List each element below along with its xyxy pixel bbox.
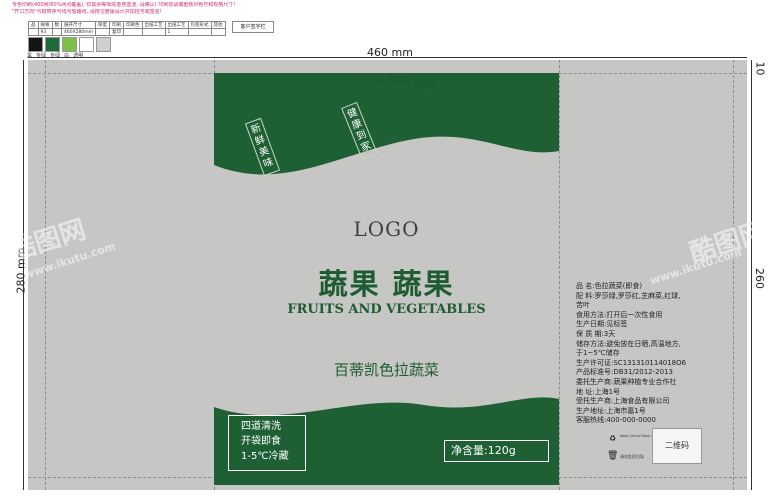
sub-title: 百蒂凯色拉蔬菜 (333, 361, 439, 379)
spec-row: 品 规格 数 展开尺寸 厚度 印刷 印刷色 出纸工艺 出纸工艺 包装形式 其他 (28, 21, 226, 29)
slogan-text: 天然 新鲜 健康 美味 (335, 73, 438, 93)
feature-item: 1-5℃冷藏 (241, 451, 289, 462)
spec-cell: 93 (37, 28, 53, 36)
spec-cell: 品 (28, 21, 39, 29)
info-line: 生产日期:见标签 (576, 320, 628, 329)
info-line: 食用方法:打开后一次性食用 (576, 310, 663, 319)
info-line: 客服热线:400-000-0000 (576, 416, 656, 425)
qr-code-placeholder: 二维码 (652, 428, 702, 464)
spec-cell (141, 28, 166, 36)
guide-line (733, 60, 734, 490)
en-title: FRUITS AND VEGETABLES (287, 302, 486, 317)
info-line: 品 名:色拉蔬菜(即食) (576, 282, 643, 290)
spec-cell (123, 28, 143, 36)
spec-cell: 规格 (37, 21, 53, 29)
info-line: 生产许可证:SC131310114018O6 (576, 358, 687, 367)
info-line: 于1~5℃储存 (576, 349, 620, 358)
spec-cell: 460X280mm (60, 28, 97, 36)
width-dimension-label: 460 mm (367, 46, 413, 59)
print-note: 专色印刷(400网/80%网点覆盖), 仅其余等靠陈金夜蓝泡, 请确认! 印刷前… (12, 2, 236, 8)
spec-cell (28, 28, 39, 36)
color-swatch (62, 37, 77, 52)
print-notes: 专色印刷(400网/80%网点覆盖), 仅其余等靠陈金夜蓝泡, 请确认! 印刷前… (12, 2, 248, 16)
trash-icon: 🗑 (607, 451, 619, 461)
spec-cell: 1 (164, 28, 189, 36)
spec-cell: 印刷色 (123, 21, 143, 29)
spec-cell: 展开尺寸 (60, 21, 97, 29)
trash-text: 请勿乱扔垃圾 (620, 454, 644, 459)
info-line: 地 址:上海1号 (576, 387, 621, 396)
color-swatch (96, 37, 111, 52)
right-dimension-line (751, 60, 752, 490)
product-info: 品 名:色拉蔬菜(即食) 配 料:罗莎绿,罗莎红,芝麻菜,红球, 苦叶 食用方法… (576, 282, 686, 426)
spec-cell: 印刷 (109, 21, 125, 29)
svg-text:天然 新鲜 健康 美味: 天然 新鲜 健康 美味 (335, 73, 438, 93)
spec-cell: 复印 (109, 28, 125, 36)
info-line: 产品标准号:DB31/2012-2013 (576, 368, 673, 377)
info-line: 受托生产商:上海食品有限公司 (576, 397, 670, 406)
net-weight-box: 净含量:120g (444, 440, 549, 462)
spec-cell: 其他 (210, 21, 226, 29)
info-line: 生产地址:上海市嘉1号 (576, 406, 646, 415)
cn-title: 蔬果 蔬果 (318, 267, 455, 301)
spec-cell (187, 28, 212, 36)
spec-row: 93 460X280mm 复印 1 (28, 28, 226, 36)
info-line: 委托生产商:蔬果种植专业合作社 (576, 377, 677, 386)
feature-item: 四道清洗 (241, 421, 281, 432)
feature-item: 开袋即食 (241, 436, 281, 447)
color-swatch (45, 37, 60, 52)
customer-confirm-box: 客户签字栏 (232, 21, 274, 33)
info-line: 保 质 期:3天 (576, 329, 616, 338)
spec-cell: 数 (51, 21, 62, 29)
feature-box: 四道清洗 开袋即食 1-5℃冷藏 (228, 415, 306, 471)
spec-cell: 出纸工艺 (164, 21, 189, 29)
spec-cell: 厚度 (95, 21, 111, 29)
info-line: 配 料:罗莎绿,罗莎红,芝麻菜,红球, (576, 291, 681, 300)
spec-cell (210, 28, 226, 36)
spec-cell: 出纸工艺 (141, 21, 166, 29)
guide-line (559, 60, 560, 490)
recycle-icon: ♻ (609, 434, 617, 443)
right-height-label: 260 (753, 268, 766, 289)
info-line: 苦叶 (576, 301, 590, 310)
slogan-arc: 天然 新鲜 健康 美味 (335, 73, 438, 93)
color-swatch (79, 37, 94, 52)
spec-cell (95, 28, 111, 36)
spec-cell: 包装形式 (187, 21, 212, 29)
top-margin-label: 10 (753, 61, 767, 76)
front-panel: 新鲜美味 健康到家 LOGO 蔬果 蔬果 FRUITS AND VEGETABL… (214, 73, 559, 485)
spec-table: 品 规格 数 展开尺寸 厚度 印刷 印刷色 出纸工艺 出纸工艺 包装形式 其他 … (28, 21, 226, 36)
spec-cell (51, 28, 62, 36)
color-swatches (28, 37, 111, 52)
color-swatch (28, 37, 43, 52)
print-note: "开口方向"与顺势序号线与辊路线, 请按注册版设计并加挂号或签名! (12, 9, 162, 15)
info-line: 储存方法:避免放在日晒,高温地方, (576, 339, 681, 348)
logo: LOGO (353, 217, 420, 241)
